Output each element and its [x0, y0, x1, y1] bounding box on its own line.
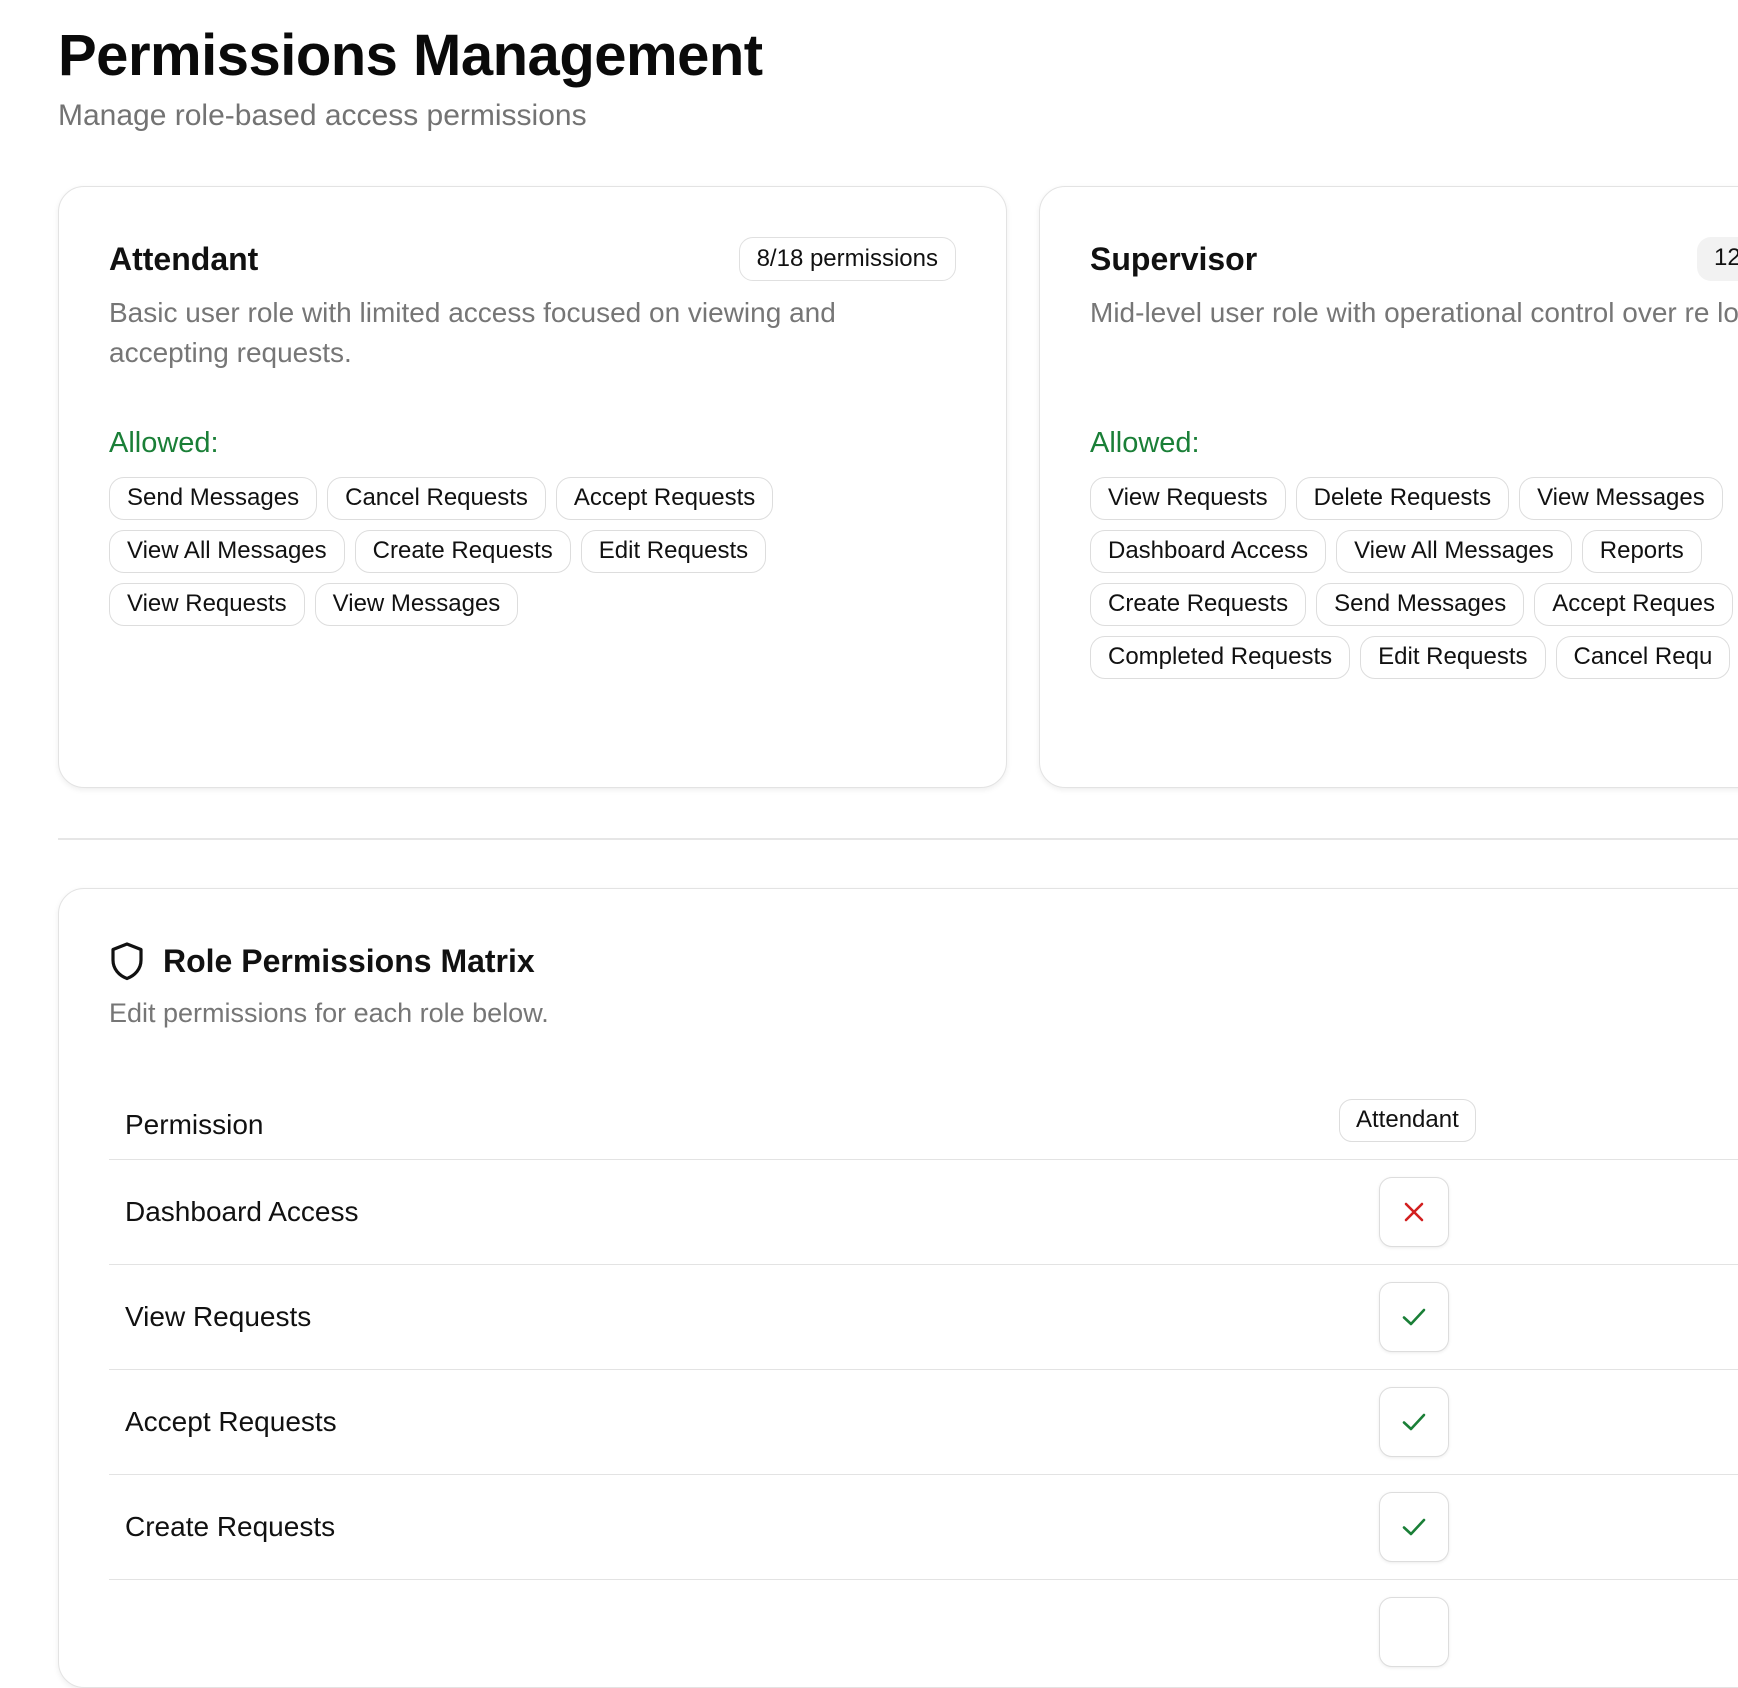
role-card-header: Supervisor 12	[1090, 237, 1738, 281]
permission-chip: Send Messages	[109, 477, 318, 520]
matrix-header: Role Permissions Matrix	[109, 939, 535, 983]
permission-chip: Cancel Requ	[1555, 636, 1731, 679]
role-name: Supervisor	[1090, 241, 1258, 277]
permission-chip: View All Messages	[109, 530, 345, 573]
permission-toggle-allow[interactable]	[1379, 1282, 1449, 1352]
permissions-matrix-card: Role Permissions Matrix Edit permissions…	[58, 888, 1738, 1688]
permission-chip: View Requests	[109, 583, 305, 626]
permission-chip: View Requests	[1090, 477, 1286, 520]
table-row: View Requests	[109, 1265, 1738, 1370]
permission-chip: View All Messages	[1336, 530, 1572, 573]
permission-toggle-deny[interactable]	[1379, 1177, 1449, 1247]
permission-name: Dashboard Access	[125, 1196, 359, 1227]
allowed-label: Allowed:	[1090, 427, 1200, 459]
check-icon	[1400, 1410, 1428, 1434]
role-description: Basic user role with limited access focu…	[109, 297, 836, 368]
permission-toggle-allow[interactable]	[1379, 1387, 1449, 1457]
permission-chip: Accept Requests	[555, 477, 774, 520]
permission-toggle[interactable]	[1379, 1597, 1449, 1667]
role-description: Mid-level user role with operational con…	[1090, 297, 1738, 328]
permission-chip: Create Requests	[1090, 583, 1307, 626]
permission-name: Create Requests	[125, 1511, 336, 1542]
permission-chip: Send Messages	[1316, 583, 1525, 626]
table-row: Accept Requests	[109, 1370, 1738, 1475]
page-title: Permissions Management	[58, 23, 763, 88]
permission-chip: Cancel Requests	[327, 477, 546, 520]
permission-chip: Delete Requests	[1295, 477, 1510, 520]
page-subtitle: Manage role-based access permissions	[58, 99, 587, 132]
role-column-header-attendant: Attendant	[1339, 1099, 1476, 1142]
permission-chip: Edit Requests	[1360, 636, 1546, 679]
allowed-permissions-list: View Requests Delete Requests View Messa…	[1090, 477, 1738, 679]
permission-toggle-allow[interactable]	[1379, 1492, 1449, 1562]
permission-name: View Requests	[125, 1301, 312, 1332]
matrix-title: Role Permissions Matrix	[163, 943, 535, 979]
role-name: Attendant	[109, 241, 259, 277]
role-card-supervisor: Supervisor 12 Mid-level user role with o…	[1039, 186, 1738, 788]
check-icon	[1400, 1515, 1428, 1539]
table-row: Dashboard Access	[109, 1160, 1738, 1265]
permission-chip: Completed Requests	[1090, 636, 1351, 679]
x-icon	[1401, 1199, 1427, 1225]
allowed-permissions-list: Send Messages Cancel Requests Accept Req…	[109, 477, 829, 626]
section-divider	[58, 838, 1738, 840]
permission-chip: Edit Requests	[580, 530, 767, 573]
permission-count-badge: 8/18 permissions	[738, 237, 956, 281]
role-card-attendant: Attendant 8/18 permissions Basic user ro…	[58, 186, 1007, 788]
table-row: Create Requests	[109, 1475, 1738, 1580]
permission-chip: Accept Reques	[1534, 583, 1733, 626]
permission-column-header: Permission	[125, 1109, 264, 1140]
permission-name: Accept Requests	[125, 1406, 337, 1437]
check-icon	[1400, 1305, 1428, 1329]
allowed-label: Allowed:	[109, 427, 219, 459]
permission-count-badge: 12	[1697, 237, 1738, 281]
permission-chip: Create Requests	[354, 530, 571, 573]
role-card-header: Attendant 8/18 permissions	[109, 237, 956, 281]
permission-chip: Dashboard Access	[1090, 530, 1327, 573]
table-row	[109, 1580, 1738, 1684]
shield-icon	[109, 941, 145, 981]
matrix-subtitle: Edit permissions for each role below.	[109, 998, 549, 1028]
permission-chip: View Messages	[314, 583, 519, 626]
permission-chip: View Messages	[1519, 477, 1723, 520]
permission-chip: Reports	[1581, 530, 1702, 573]
matrix-table-header: Permission Attendant	[109, 1095, 1738, 1160]
